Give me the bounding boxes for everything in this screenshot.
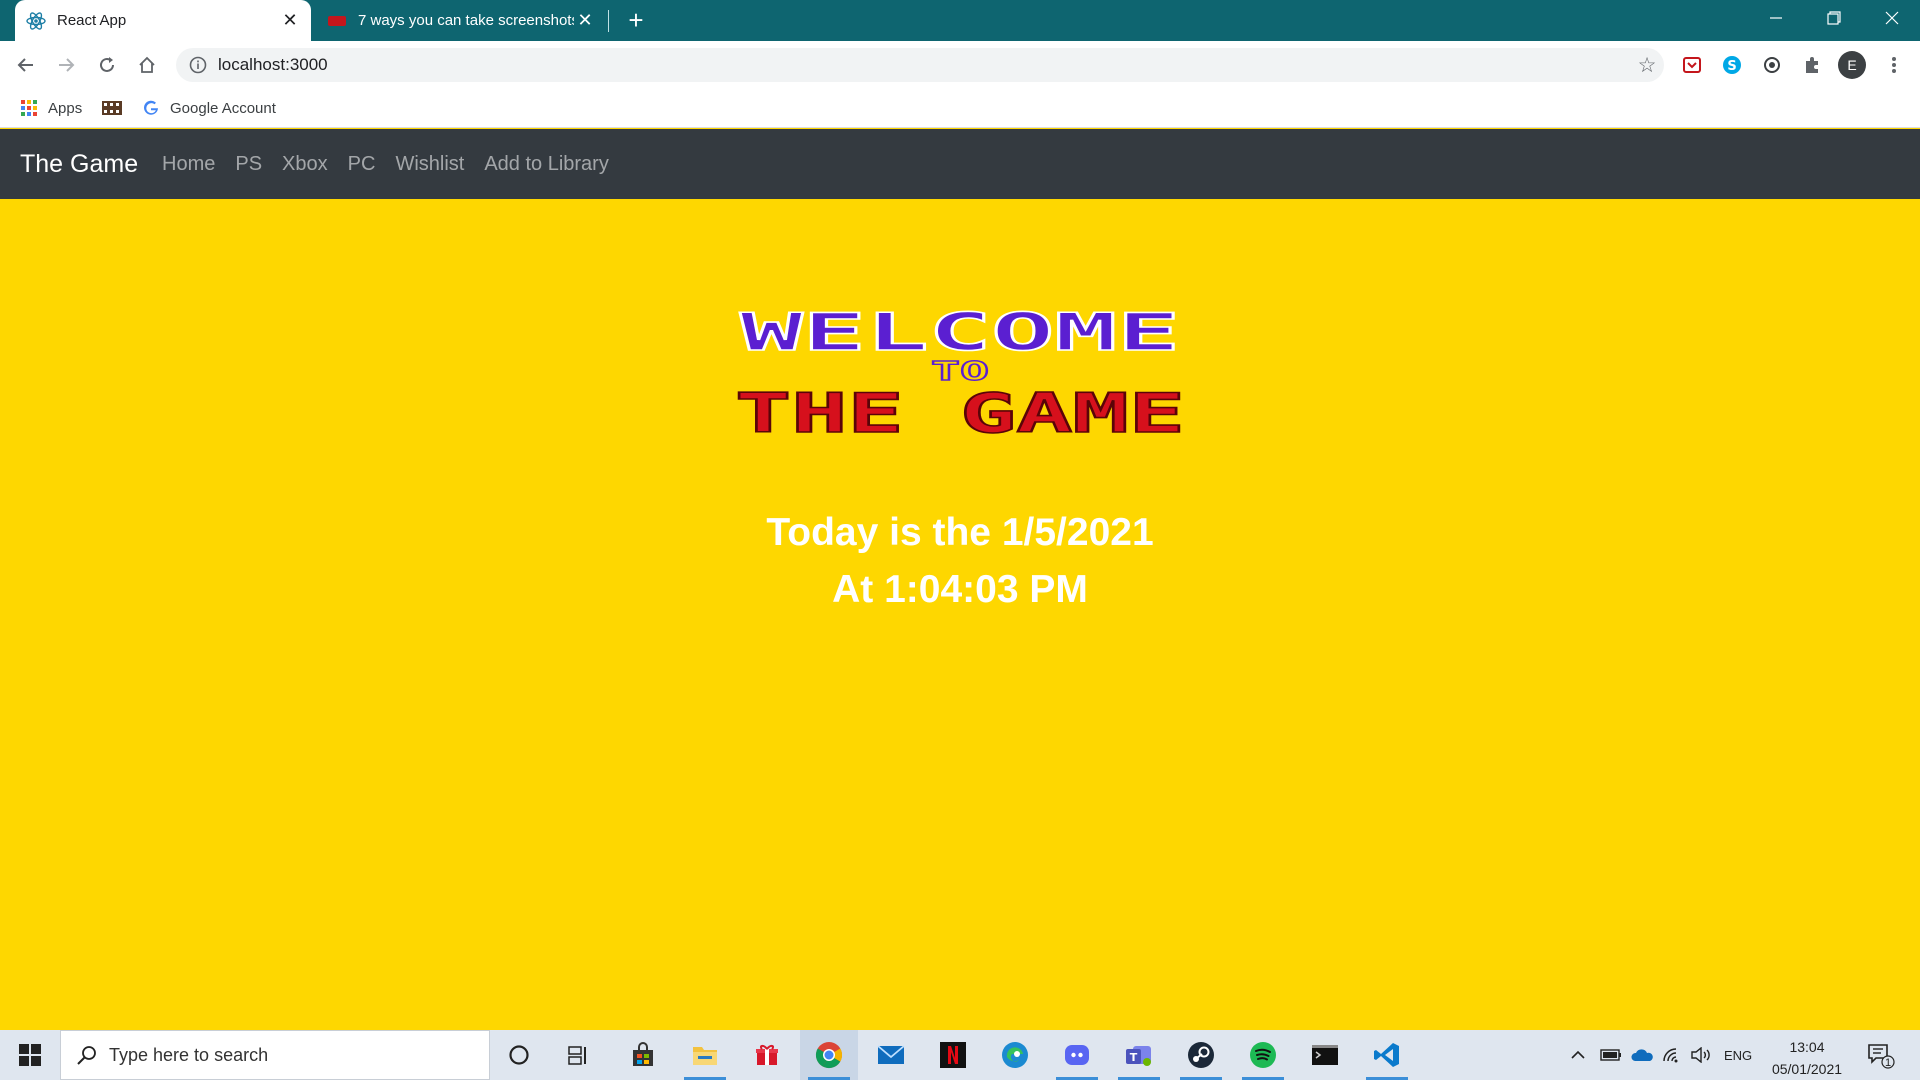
notification-count: 1: [1885, 1057, 1892, 1069]
sync-extension-icon[interactable]: [1760, 53, 1784, 77]
film-strip-icon: [102, 101, 122, 115]
tab-separator: [608, 10, 609, 32]
nav-link-wishlist[interactable]: Wishlist: [385, 153, 474, 176]
tab-screenshots-article[interactable]: 7 ways you can take screenshots ✕: [316, 0, 606, 41]
task-view-icon[interactable]: [550, 1030, 608, 1080]
minimize-button[interactable]: [1748, 0, 1804, 36]
menu-kebab-icon[interactable]: [1878, 49, 1910, 81]
taskbar-search-box[interactable]: Type here to search: [60, 1030, 490, 1080]
site-favicon-icon: [326, 10, 348, 32]
cortana-icon[interactable]: [490, 1030, 548, 1080]
bookmark-label: Google Account: [170, 99, 276, 117]
battery-icon[interactable]: [1600, 1030, 1622, 1080]
browser-toolbar: localhost:3000 ☆ S E: [0, 41, 1920, 88]
app-navbar: The Game Home PS Xbox PC Wishlist Add to…: [0, 129, 1920, 199]
chrome-icon[interactable]: [800, 1030, 858, 1080]
nav-link-xbox[interactable]: Xbox: [272, 153, 338, 176]
clock-date: 05/01/2021: [1771, 1061, 1843, 1077]
volume-icon[interactable]: [1690, 1030, 1712, 1080]
windows-logo-icon: [19, 1044, 41, 1066]
language-indicator[interactable]: ENG: [1724, 1030, 1752, 1080]
bookmark-star-icon[interactable]: ☆: [1630, 53, 1664, 78]
start-button[interactable]: [0, 1030, 60, 1080]
teams-icon[interactable]: T: [1110, 1030, 1168, 1080]
gift-app-icon[interactable]: [738, 1030, 796, 1080]
bookmark-label: Apps: [48, 99, 83, 117]
mail-icon[interactable]: [862, 1030, 920, 1080]
profile-avatar[interactable]: E: [1838, 51, 1866, 79]
search-placeholder: Type here to search: [109, 1044, 269, 1065]
new-tab-button[interactable]: +: [622, 5, 650, 35]
notification-center-icon[interactable]: 1: [1866, 1030, 1896, 1080]
close-window-button[interactable]: [1864, 0, 1920, 36]
nav-links: Home PS Xbox PC Wishlist Add to Library: [152, 153, 619, 176]
apps-grid-icon: [21, 100, 37, 116]
back-button[interactable]: [10, 49, 42, 81]
svg-text:T: T: [1130, 1051, 1138, 1064]
address-bar[interactable]: localhost:3000 ☆: [176, 48, 1664, 82]
forward-button[interactable]: [50, 49, 82, 81]
site-info-icon[interactable]: [188, 55, 208, 75]
close-tab-icon[interactable]: ✕: [574, 10, 596, 32]
tab-title: 7 ways you can take screenshots: [358, 12, 574, 29]
nav-link-ps[interactable]: PS: [225, 153, 272, 176]
search-icon: [77, 1046, 96, 1065]
spotify-icon[interactable]: [1234, 1030, 1292, 1080]
taskbar-clock[interactable]: 13:04 05/01/2021: [1764, 1036, 1850, 1080]
browser-tab-strip: React App ✕ 7 ways you can take screensh…: [0, 0, 1920, 41]
logo-the-game-text: THE GAME: [735, 382, 1185, 440]
welcome-logo: WELCOME TO THE GAME: [734, 302, 1186, 440]
vscode-icon[interactable]: [1358, 1030, 1416, 1080]
nav-link-add-to-library[interactable]: Add to Library: [474, 153, 619, 176]
nav-link-home[interactable]: Home: [152, 153, 225, 176]
tab-react-app[interactable]: React App ✕: [15, 0, 311, 41]
navbar-brand[interactable]: The Game: [20, 150, 138, 179]
react-icon: [25, 10, 47, 32]
language-label: ENG: [1724, 1047, 1753, 1063]
reload-button[interactable]: [91, 49, 123, 81]
google-g-icon: [144, 100, 158, 115]
edge-icon[interactable]: [986, 1030, 1044, 1080]
svg-text:S: S: [1727, 59, 1736, 74]
nav-link-pc[interactable]: PC: [338, 153, 386, 176]
steam-icon[interactable]: [1172, 1030, 1230, 1080]
show-hidden-icons-chevron-icon[interactable]: [1570, 1030, 1586, 1080]
close-tab-icon[interactable]: ✕: [279, 10, 301, 32]
restore-button[interactable]: [1806, 0, 1862, 36]
netflix-icon[interactable]: [924, 1030, 982, 1080]
pocket-extension-icon[interactable]: [1680, 53, 1704, 77]
current-date-text: Today is the 1/5/2021: [766, 511, 1154, 554]
bookmark-film[interactable]: [100, 96, 132, 120]
logo-welcome-text: WELCOME: [740, 303, 1180, 363]
discord-icon[interactable]: [1048, 1030, 1106, 1080]
windows-taskbar: Type here to search T ENG 13:04 05/01/20…: [0, 1030, 1920, 1080]
url-text: localhost:3000: [218, 55, 328, 74]
terminal-icon[interactable]: [1296, 1030, 1354, 1080]
microsoft-store-icon[interactable]: [614, 1030, 672, 1080]
current-time-text: At 1:04:03 PM: [832, 568, 1088, 611]
wifi-icon[interactable]: [1662, 1030, 1682, 1080]
extensions-puzzle-icon[interactable]: [1800, 53, 1824, 77]
bookmark-google-account[interactable]: Google Account: [142, 96, 276, 120]
home-button[interactable]: [131, 49, 163, 81]
clock-time: 13:04: [1789, 1039, 1825, 1055]
bookmark-apps[interactable]: Apps: [20, 96, 82, 120]
onedrive-cloud-icon[interactable]: [1630, 1030, 1654, 1080]
tab-title: React App: [57, 12, 127, 29]
bookmarks-bar: Apps Google Account: [0, 88, 1920, 128]
file-explorer-icon[interactable]: [676, 1030, 734, 1080]
skype-extension-icon[interactable]: S: [1720, 53, 1744, 77]
